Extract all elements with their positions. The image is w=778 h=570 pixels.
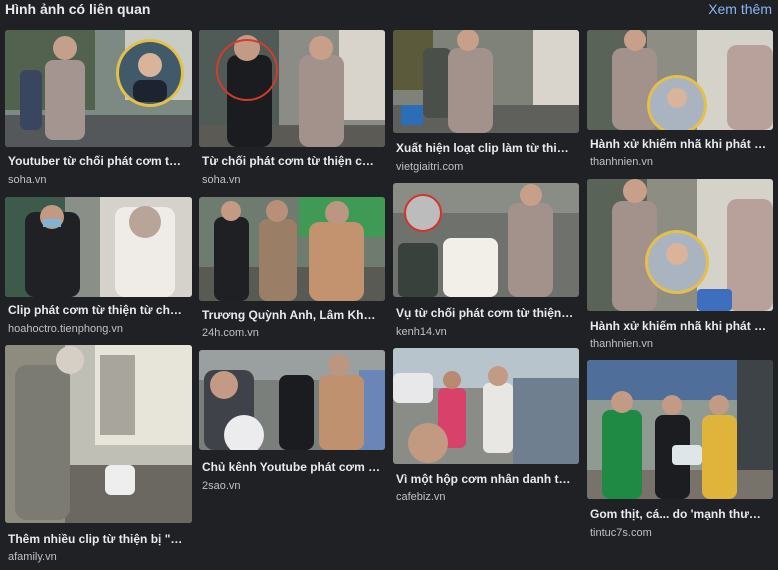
result-caption[interactable]: Từ chối phát cơm từ thiện cho người... [202,154,381,168]
result-caption[interactable]: Hành xử khiếm nhã khi phát cơm... [590,137,769,151]
result-caption[interactable]: Trương Quỳnh Anh, Lâm Khánh Chi... [202,308,381,322]
image-result-card[interactable]: Từ chối phát cơm từ thiện cho người... s… [199,30,385,190]
result-source: thanhnien.vn [590,338,653,350]
result-thumbnail[interactable] [5,197,192,297]
result-source: vietgiaitri.com [396,161,464,173]
image-result-card[interactable]: Thêm nhiều clip từ thiện bị "phốt"... af… [5,345,192,570]
result-caption[interactable]: Thêm nhiều clip từ thiện bị "phốt"... [8,532,188,546]
result-caption[interactable]: Vụ từ chối phát cơm từ thiện cho... [396,306,575,320]
image-result-card[interactable]: Gom thịt, cá... do 'mạnh thường quân'...… [587,360,773,550]
result-caption[interactable]: Xuất hiện loạt clip làm từ thiện... [396,141,575,155]
result-source: kenh14.vn [396,326,447,338]
result-thumbnail[interactable] [587,360,773,499]
result-source: hoahoctro.tienphong.vn [8,323,123,335]
image-result-card[interactable]: Vì một hộp cơm nhân danh từ thiện... caf… [393,348,579,523]
result-thumbnail[interactable] [587,30,773,130]
image-result-card[interactable]: Hành xử khiếm nhã khi phát cơm... thanhn… [587,179,773,354]
section-title: Hình ảnh có liên quan [5,1,151,17]
result-source: soha.vn [202,174,241,186]
result-caption[interactable]: Vì một hộp cơm nhân danh từ thiện... [396,472,575,486]
result-thumbnail[interactable] [587,179,773,311]
result-source: thanhnien.vn [590,156,653,168]
result-caption[interactable]: Clip phát cơm từ thiện từ chối ... [8,303,188,317]
result-thumbnail[interactable] [199,350,385,450]
result-caption[interactable]: Hành xử khiếm nhã khi phát cơm... [590,319,769,333]
image-result-card[interactable]: Xuất hiện loạt clip làm từ thiện... viet… [393,30,579,180]
image-result-card[interactable]: Youtuber từ chối phát cơm từ thiện... so… [5,30,192,190]
result-source: 24h.com.vn [202,327,259,339]
image-result-card[interactable]: Vụ từ chối phát cơm từ thiện cho... kenh… [393,183,579,338]
image-result-card[interactable]: Trương Quỳnh Anh, Lâm Khánh Chi... 24h.c… [199,197,385,342]
related-images-header: Hình ảnh có liên quan Xem thêm [0,0,778,22]
result-thumbnail[interactable] [5,30,192,147]
result-thumbnail[interactable] [199,197,385,301]
result-caption[interactable]: Chủ kênh Youtube phát cơm từ thiện... [202,460,381,474]
image-result-card[interactable]: Hành xử khiếm nhã khi phát cơm... thanhn… [587,30,773,170]
result-thumbnail[interactable] [393,348,579,464]
result-source: tintuc7s.com [590,527,652,539]
image-result-card[interactable]: Chủ kênh Youtube phát cơm từ thiện... 2s… [199,350,385,525]
result-source: afamily.vn [8,551,57,563]
result-thumbnail[interactable] [5,345,192,523]
result-caption[interactable]: Youtuber từ chối phát cơm từ thiện... [8,154,188,168]
result-source: cafebiz.vn [396,491,446,503]
result-source: soha.vn [8,174,47,186]
result-caption[interactable]: Gom thịt, cá... do 'mạnh thường quân'... [590,507,769,521]
result-thumbnail[interactable] [393,183,579,297]
result-thumbnail[interactable] [393,30,579,133]
result-source: 2sao.vn [202,480,241,492]
result-thumbnail[interactable] [199,30,385,147]
see-more-link[interactable]: Xem thêm [708,1,772,17]
image-result-card[interactable]: Clip phát cơm từ thiện từ chối ... hoaho… [5,197,192,342]
